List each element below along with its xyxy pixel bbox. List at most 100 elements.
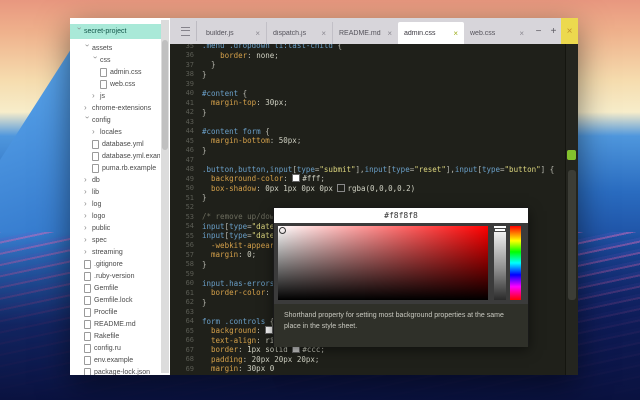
sidebar-item-locales[interactable]: › locales <box>70 126 160 138</box>
tree-label: css <box>100 56 111 64</box>
code-text: } <box>202 107 207 117</box>
tree-label: database.yml.example <box>102 152 160 160</box>
brightness-slider-thumb[interactable] <box>494 228 506 232</box>
tab-builder.js[interactable]: builder.js × <box>200 22 266 44</box>
line-number: 35 <box>185 44 194 50</box>
file-icon <box>84 271 91 281</box>
tab-label: web.css <box>470 29 496 37</box>
code-line-40: 40 #content { <box>170 89 566 99</box>
tab-README.md[interactable]: README.md × <box>332 22 398 44</box>
code-text: background-color: #fff; <box>211 174 325 184</box>
sidebar-item-logo[interactable]: › logo <box>70 210 160 222</box>
sidebar-item-database.yml[interactable]: database.yml <box>70 138 160 150</box>
code-text: margin-bottom: 50px; <box>211 136 302 146</box>
sidebar-item-admin.css[interactable]: admin.css <box>70 66 160 78</box>
line-number: 44 <box>185 127 194 136</box>
sidebar-item-Gemfile[interactable]: Gemfile <box>70 282 160 294</box>
hex-value-field[interactable]: #f8f8f8 <box>274 208 528 224</box>
minimize-button[interactable]: − <box>531 26 546 37</box>
code-line-46: 46} <box>170 146 566 156</box>
line-number: 64 <box>185 317 194 326</box>
sidebar-item-env.example[interactable]: env.example <box>70 354 160 366</box>
file-icon <box>92 139 99 149</box>
sidebar-item-public[interactable]: › public <box>70 222 160 234</box>
sidebar-scrollbar[interactable] <box>161 20 169 373</box>
saturation-cursor[interactable] <box>279 227 286 234</box>
close-window-button[interactable]: × <box>561 18 578 44</box>
tab-admin.css[interactable]: admin.css × <box>398 22 464 44</box>
tab-close-icon[interactable]: × <box>453 29 458 38</box>
sidebar-item-Rakefile[interactable]: Rakefile <box>70 330 160 342</box>
sidebar-item-chrome-extensions[interactable]: › chrome-extensions <box>70 102 160 114</box>
sidebar-item-config.ru[interactable]: config.ru <box>70 342 160 354</box>
code-line-38: 38} <box>170 70 566 80</box>
sidebar-item-puma.rb.example[interactable]: puma.rb.example <box>70 162 160 174</box>
tab-web.css[interactable]: web.css × <box>464 22 530 44</box>
code-text: } <box>202 259 207 269</box>
chevron-right-icon: › <box>84 102 87 112</box>
line-number: 51 <box>185 193 194 202</box>
code-line-69: 69 margin: 30px 0 <box>170 364 566 374</box>
line-number: 49 <box>185 174 194 183</box>
code-text: .menu .dropdown li:last-child { <box>202 44 342 51</box>
file-icon <box>92 151 99 161</box>
maximize-button[interactable]: + <box>546 26 561 37</box>
sidebar-item-db[interactable]: › db <box>70 174 160 186</box>
line-number: 45 <box>185 136 194 145</box>
code-line-43: 43 <box>170 117 566 127</box>
editor-scrollbar[interactable] <box>565 44 578 375</box>
tree-label: README.md <box>94 320 136 328</box>
sidebar-item-config[interactable]: › config <box>70 114 160 126</box>
sidebar-item-assets[interactable]: › assets <box>70 42 160 54</box>
line-number: 39 <box>185 79 194 88</box>
sidebar-item-.gitignore[interactable]: .gitignore <box>70 258 160 270</box>
file-icon <box>100 67 107 77</box>
code-line-48: 48 .button,button,input[type="submit"],in… <box>170 165 566 175</box>
code-text: box-shadow: 0px 1px 0px 0px rgba(0,0,0,0… <box>211 183 416 193</box>
chevron-right-icon: › <box>84 234 87 244</box>
file-icon <box>84 259 91 269</box>
tab-close-icon[interactable]: × <box>255 29 260 38</box>
file-icon <box>100 79 107 89</box>
file-icon <box>84 367 91 375</box>
brightness-slider[interactable] <box>494 226 506 300</box>
sidebar-item-.ruby-version[interactable]: .ruby-version <box>70 270 160 282</box>
sidebar-item-Gemfile.lock[interactable]: Gemfile.lock <box>70 294 160 306</box>
line-number: 47 <box>185 155 194 164</box>
sidebar-item-log[interactable]: › log <box>70 198 160 210</box>
tree-label: public <box>92 224 111 232</box>
sidebar-item-README.md[interactable]: README.md <box>70 318 160 330</box>
line-number: 46 <box>185 146 194 155</box>
line-number: 50 <box>185 184 194 193</box>
code-text: input[type="date <box>202 221 275 231</box>
hue-slider[interactable] <box>510 226 521 300</box>
tab-strip: builder.js × dispatch.js × README.md × admin.c… <box>200 22 530 44</box>
editor-scrollbar-thumb[interactable] <box>568 170 576 300</box>
line-number: 56 <box>185 241 194 250</box>
tab-close-icon[interactable]: × <box>519 29 524 38</box>
sidebar-item-spec[interactable]: › spec <box>70 234 160 246</box>
sidebar-item-web.css[interactable]: web.css <box>70 78 160 90</box>
sidebar-item-lib[interactable]: › lib <box>70 186 160 198</box>
sidebar-item-package-lock.json[interactable]: package-lock.json <box>70 366 160 375</box>
sidebar-item-secret-project[interactable]: › secret-project <box>70 24 167 39</box>
tab-close-icon[interactable]: × <box>387 29 392 38</box>
line-number: 63 <box>185 307 194 316</box>
tab-close-icon[interactable]: × <box>321 29 326 38</box>
sidebar-item-database.yml.example[interactable]: database.yml.example <box>70 150 160 162</box>
tab-dispatch.js[interactable]: dispatch.js × <box>266 22 332 44</box>
line-number: 69 <box>185 364 194 373</box>
sidebar-scrollbar-thumb[interactable] <box>162 40 168 150</box>
tab-bar: builder.js × dispatch.js × README.md × admin.c… <box>170 18 578 44</box>
sidebar-item-css[interactable]: › css <box>70 54 160 66</box>
tree-label: chrome-extensions <box>92 104 152 112</box>
saturation-square[interactable] <box>278 226 488 300</box>
line-number: 61 <box>185 288 194 297</box>
window-controls: − + × <box>531 18 578 44</box>
sidebar-item-streaming[interactable]: › streaming <box>70 246 160 258</box>
tree-label: web.css <box>110 80 136 88</box>
menu-button[interactable] <box>174 21 197 41</box>
sidebar-item-Procfile[interactable]: Procfile <box>70 306 160 318</box>
sidebar-item-js[interactable]: › js <box>70 90 160 102</box>
tab-label: README.md <box>339 29 381 37</box>
